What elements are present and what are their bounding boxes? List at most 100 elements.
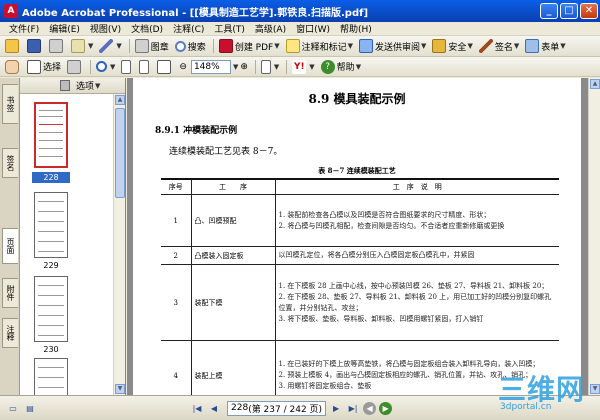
hand-tool-button[interactable]	[3, 59, 23, 75]
menu-edit[interactable]: 编辑(E)	[44, 22, 85, 35]
scroll-up-arrow-icon[interactable]: ▲	[115, 95, 125, 105]
scroll-up-arrow-icon[interactable]: ▲	[590, 79, 600, 89]
send-review-button[interactable]: 发送供审阅 ▼	[357, 38, 428, 54]
create-pdf-button[interactable]: 创建 PDF ▼	[217, 38, 282, 54]
help-button[interactable]: ? 帮助 ▼	[319, 59, 363, 75]
menu-view[interactable]: 视图(V)	[85, 22, 126, 35]
email-icon	[71, 39, 85, 53]
review-label: 发送供审阅	[375, 42, 421, 53]
sign-label: 签名	[494, 42, 513, 53]
acrobat-app-icon: A	[4, 4, 18, 18]
fit-page-button[interactable]	[137, 59, 153, 75]
gallery-button[interactable]: 图章	[133, 38, 171, 54]
gallery-label: 图章	[150, 42, 169, 53]
menu-tools[interactable]: 工具(T)	[209, 22, 250, 35]
rotate-button[interactable]: ▼	[259, 59, 281, 75]
thumbnail-list[interactable]: 228 229 230	[20, 94, 113, 395]
chevron-down-icon: ▼	[273, 62, 280, 71]
open-button[interactable]	[3, 38, 23, 54]
secondary-toolbar: 选择 ▼ ⊖ 148% ▼ ⊕ ▼ Y! ▼ ? 帮助 ▼	[0, 57, 600, 77]
snapshot-button[interactable]	[65, 59, 85, 75]
chevron-down-icon: ▼	[355, 62, 362, 71]
zoom-tool-button[interactable]: ▼	[94, 59, 117, 75]
tab-pages[interactable]: 页面	[2, 228, 18, 264]
search-button[interactable]: 搜索	[173, 38, 208, 54]
row-process: 装配上模	[191, 340, 276, 395]
fit-width-button[interactable]	[155, 59, 175, 75]
menu-bar: 文件(F) 编辑(E) 视图(V) 文档(D) 注释(C) 工具(T) 高级(A…	[0, 22, 600, 36]
pen-tool-button[interactable]: ▼	[97, 38, 123, 54]
document-view[interactable]: 8.9 模具装配示例 8.9.1 冲模装配示例 连续模装配工艺见表 8－7。 表…	[127, 78, 588, 395]
pen-icon	[99, 39, 114, 53]
last-page-button[interactable]: ▶|	[346, 401, 360, 415]
close-button[interactable]: ✕	[580, 3, 598, 19]
page-thumbnail-number[interactable]: 228	[32, 172, 70, 183]
tab-bookmarks[interactable]: 书签	[2, 84, 18, 124]
menu-comments[interactable]: 注释(C)	[168, 22, 209, 35]
page-layout-single-icon[interactable]: ▭	[6, 401, 20, 415]
subsection-title: 8.9.1 冲模装配示例	[155, 126, 238, 136]
page-layout-continuous-icon[interactable]: ▤	[23, 401, 37, 415]
zoom-in-icon	[96, 61, 108, 72]
page-thumbnail-number[interactable]: 229	[32, 260, 70, 271]
menu-file[interactable]: 文件(F)	[4, 22, 44, 35]
save-icon	[27, 39, 41, 53]
current-page-input[interactable]: 228	[231, 403, 248, 413]
forms-button[interactable]: 表单 ▼	[523, 38, 567, 54]
tab-attachments[interactable]: 附件	[2, 278, 18, 308]
security-label: 安全	[448, 42, 467, 53]
yahoo-button[interactable]: Y! ▼	[290, 59, 316, 75]
sign-button[interactable]: 签名 ▼	[477, 38, 521, 54]
navigation-tabs: 书签 签名 页面 附件 注释	[0, 78, 20, 395]
toolbar-separator	[90, 59, 92, 74]
pdf-page: 8.9 模具装配示例 8.9.1 冲模装配示例 连续模装配工艺见表 8－7。 表…	[133, 78, 581, 395]
chevron-down-icon: ▼	[88, 42, 94, 50]
menu-document[interactable]: 文档(D)	[126, 22, 168, 35]
actual-size-button[interactable]	[119, 59, 135, 75]
zoom-in-button[interactable]: ⊕	[238, 59, 250, 75]
watermark-url: 3dportal.cn	[500, 402, 552, 412]
zoom-level-input[interactable]: 148%	[190, 59, 231, 74]
scroll-down-arrow-icon[interactable]: ▼	[115, 384, 125, 394]
previous-view-icon[interactable]: ◀	[363, 401, 377, 415]
table-caption: 表 8－7 连续模装配工艺	[318, 166, 396, 175]
minimize-button[interactable]: _	[540, 3, 558, 19]
table-header-row: 序号 工 序 工 序 说 明	[161, 178, 559, 195]
next-view-icon[interactable]: ▶	[379, 401, 393, 415]
document-scrollbar[interactable]: ▲ ▼	[588, 78, 600, 395]
options-menu[interactable]: 选项	[76, 79, 94, 92]
zoom-out-button[interactable]: ⊖	[177, 59, 189, 75]
trash-icon[interactable]	[60, 80, 70, 91]
chevron-down-icon: ▼	[309, 62, 315, 71]
print-button[interactable]	[47, 38, 67, 54]
page-thumbnail[interactable]	[34, 102, 68, 168]
menu-window[interactable]: 窗口(W)	[291, 22, 335, 35]
maximize-button[interactable]: □	[560, 3, 578, 19]
page-thumbnail[interactable]	[34, 276, 68, 342]
select-label: 选择	[43, 63, 62, 73]
page-thumbnail-number[interactable]: 230	[32, 344, 70, 355]
next-page-button[interactable]: ▶	[329, 401, 343, 415]
title-bar[interactable]: A Adobe Acrobat Professional - [[模具制造工艺学…	[0, 0, 600, 22]
chevron-down-icon[interactable]: ▼	[95, 82, 100, 90]
comment-icon	[285, 39, 300, 53]
first-page-button[interactable]: |◀	[190, 401, 204, 415]
save-button[interactable]	[25, 38, 45, 54]
description-line: 2. 在下模板 28、垫板 27、导料板 21、卸料板 20 上，用已加工好的凹…	[278, 292, 552, 312]
tab-comments[interactable]: 注释	[2, 318, 18, 348]
page-number-field[interactable]: 228 (第 237 / 242 页)	[227, 400, 327, 416]
previous-page-button[interactable]: ◀	[207, 401, 221, 415]
security-button[interactable]: 安全 ▼	[430, 38, 474, 54]
page-thumbnail[interactable]	[34, 358, 68, 395]
description-line: 1. 在下模板 28 上画中心线，按中心预装凹模 26、垫板 27、导料板 21…	[278, 281, 549, 290]
select-tool-button[interactable]: 选择	[25, 59, 63, 75]
thumbnail-scrollbar[interactable]: ▲ ▼	[113, 94, 125, 395]
comment-markup-button[interactable]: 注释和标记 ▼	[284, 38, 355, 54]
menu-advanced[interactable]: 高级(A)	[250, 22, 291, 35]
page-thumbnail[interactable]	[34, 192, 68, 258]
scroll-thumb[interactable]	[115, 108, 125, 198]
tab-signatures[interactable]: 签名	[2, 148, 18, 178]
search-icon	[174, 40, 186, 52]
email-button[interactable]: ▼	[69, 38, 95, 54]
menu-help[interactable]: 帮助(H)	[335, 22, 377, 35]
